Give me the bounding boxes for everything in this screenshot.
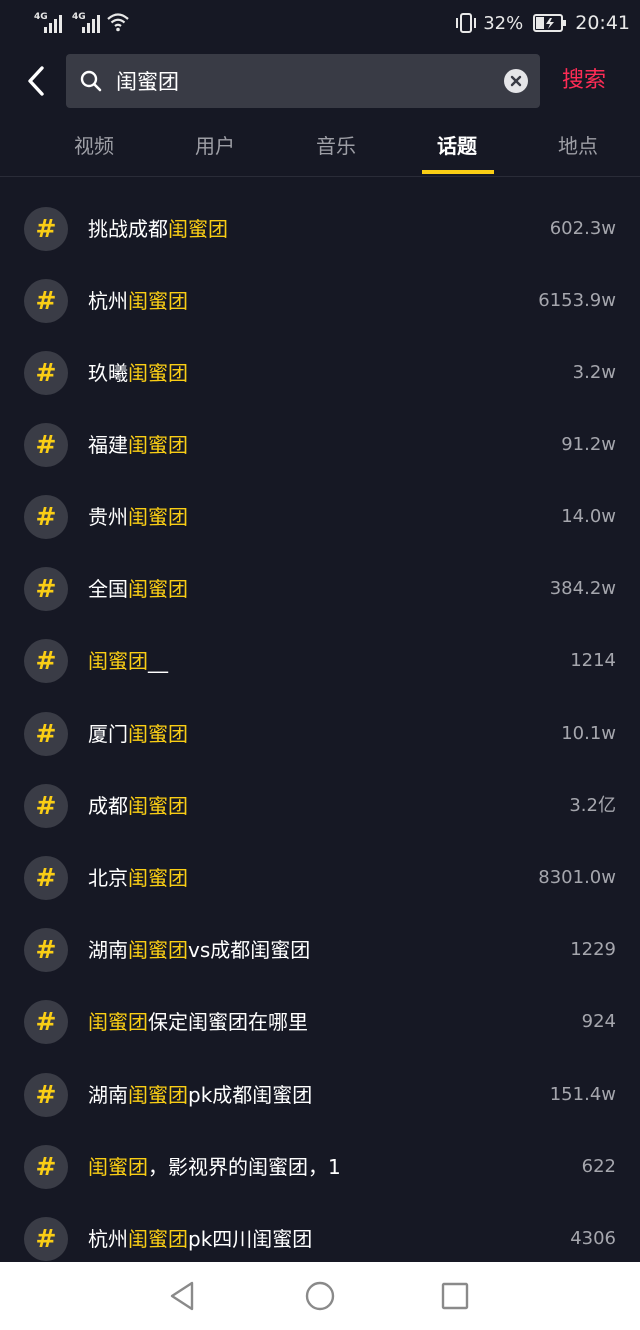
topic-row[interactable]: # 成都闺蜜团 3.2亿: [0, 770, 640, 842]
topic-row[interactable]: # 玖曦闺蜜团 3.2w: [0, 337, 640, 409]
clear-search-icon[interactable]: [504, 69, 528, 93]
topic-title: 闺蜜团保定闺蜜团在哪里: [88, 1010, 308, 1034]
topic-row[interactable]: # 杭州闺蜜团 6153.9w: [0, 265, 640, 337]
hashtag-icon: #: [24, 928, 68, 972]
tab-videos[interactable]: 视频: [74, 118, 114, 176]
vibrate-icon: [456, 13, 477, 33]
back-triangle-icon[interactable]: [166, 1279, 200, 1313]
topic-title: 闺蜜团，影视界的闺蜜团，1: [88, 1155, 341, 1179]
topic-title: 闺蜜团__: [88, 649, 168, 673]
hashtag-icon: #: [24, 639, 68, 683]
topic-row[interactable]: # 湖南闺蜜团vs成都闺蜜团 1229: [0, 914, 640, 986]
recents-square-icon[interactable]: [438, 1279, 472, 1313]
topic-title: 北京闺蜜团: [88, 866, 188, 890]
hashtag-icon: #: [24, 1145, 68, 1189]
topic-row[interactable]: # 厦门闺蜜团 10.1w: [0, 698, 640, 770]
back-arrow-icon[interactable]: [22, 64, 52, 98]
search-icon: [80, 70, 102, 92]
topic-title: 湖南闺蜜团vs成都闺蜜团: [88, 938, 311, 962]
topic-view-count: 3.2亿: [569, 795, 616, 816]
tabs-divider: [0, 176, 640, 177]
topic-title: 成都闺蜜团: [88, 794, 188, 818]
tab-users[interactable]: 用户: [195, 118, 235, 176]
topic-view-count: 622: [581, 1156, 616, 1177]
search-header: 搜索: [0, 54, 640, 110]
active-tab-indicator: [422, 170, 494, 174]
topic-row[interactable]: # 闺蜜团，影视界的闺蜜团，1 622: [0, 1131, 640, 1203]
search-submit-button[interactable]: 搜索: [562, 54, 606, 108]
hashtag-icon: #: [24, 351, 68, 395]
topic-row[interactable]: # 挑战成都闺蜜团 602.3w: [0, 193, 640, 265]
search-box[interactable]: [66, 54, 540, 108]
result-tabs: 视频 用户 音乐 话题 地点: [0, 118, 640, 176]
topic-view-count: 1229: [570, 939, 616, 960]
status-right-group: 32% 20:41: [455, 11, 630, 35]
search-input[interactable]: [116, 54, 486, 108]
topic-title: 厦门闺蜜团: [88, 722, 188, 746]
topic-view-count: 384.2w: [549, 578, 616, 599]
tab-places[interactable]: 地点: [558, 118, 598, 176]
topic-view-count: 924: [581, 1011, 616, 1032]
hashtag-icon: #: [24, 207, 68, 251]
hashtag-icon: #: [24, 279, 68, 323]
topic-row[interactable]: # 贵州闺蜜团 14.0w: [0, 481, 640, 553]
topic-view-count: 602.3w: [549, 218, 616, 239]
hashtag-icon: #: [24, 567, 68, 611]
topic-title: 挑战成都闺蜜团: [88, 217, 228, 241]
hashtag-icon: #: [24, 1217, 68, 1261]
hashtag-icon: #: [24, 1000, 68, 1044]
topic-row[interactable]: # 北京闺蜜团 8301.0w: [0, 842, 640, 914]
topic-title: 玖曦闺蜜团: [88, 361, 188, 385]
topic-row[interactable]: # 湖南闺蜜团pk成都闺蜜团 151.4w: [0, 1059, 640, 1131]
topic-title: 杭州闺蜜团: [88, 289, 188, 313]
system-nav-bar: [0, 1262, 640, 1330]
topic-view-count: 3.2w: [572, 362, 616, 383]
hashtag-icon: #: [24, 784, 68, 828]
topic-view-count: 91.2w: [561, 434, 616, 455]
hashtag-icon: #: [24, 856, 68, 900]
battery-charging-icon: [533, 14, 567, 32]
topic-row[interactable]: # 闺蜜团保定闺蜜团在哪里 924: [0, 986, 640, 1058]
topic-title: 全国闺蜜团: [88, 577, 188, 601]
topic-title: 福建闺蜜团: [88, 433, 188, 457]
topic-view-count: 8301.0w: [538, 867, 616, 888]
wifi-icon: [107, 13, 129, 32]
hashtag-icon: #: [24, 495, 68, 539]
topic-view-count: 151.4w: [549, 1084, 616, 1105]
tab-topics[interactable]: 话题: [437, 118, 477, 176]
topic-view-count: 1214: [570, 650, 616, 671]
hashtag-icon: #: [24, 1073, 68, 1117]
battery-percent: 32%: [483, 12, 524, 34]
hashtag-icon: #: [24, 423, 68, 467]
tab-music[interactable]: 音乐: [316, 118, 356, 176]
topic-row[interactable]: # 闺蜜团__ 1214: [0, 625, 640, 697]
topic-row[interactable]: # 福建闺蜜团 91.2w: [0, 409, 640, 481]
topic-view-count: 14.0w: [561, 506, 616, 527]
topic-title: 湖南闺蜜团pk成都闺蜜团: [88, 1083, 313, 1107]
topic-title: 贵州闺蜜团: [88, 505, 188, 529]
home-circle-icon[interactable]: [303, 1279, 337, 1313]
hashtag-icon: #: [24, 712, 68, 756]
clock: 20:41: [575, 12, 630, 34]
topic-view-count: 10.1w: [561, 723, 616, 744]
status-bar: 4G 4G 32% 20:41: [0, 0, 640, 46]
topic-view-count: 6153.9w: [538, 290, 616, 311]
topic-row[interactable]: # 全国闺蜜团 384.2w: [0, 553, 640, 625]
